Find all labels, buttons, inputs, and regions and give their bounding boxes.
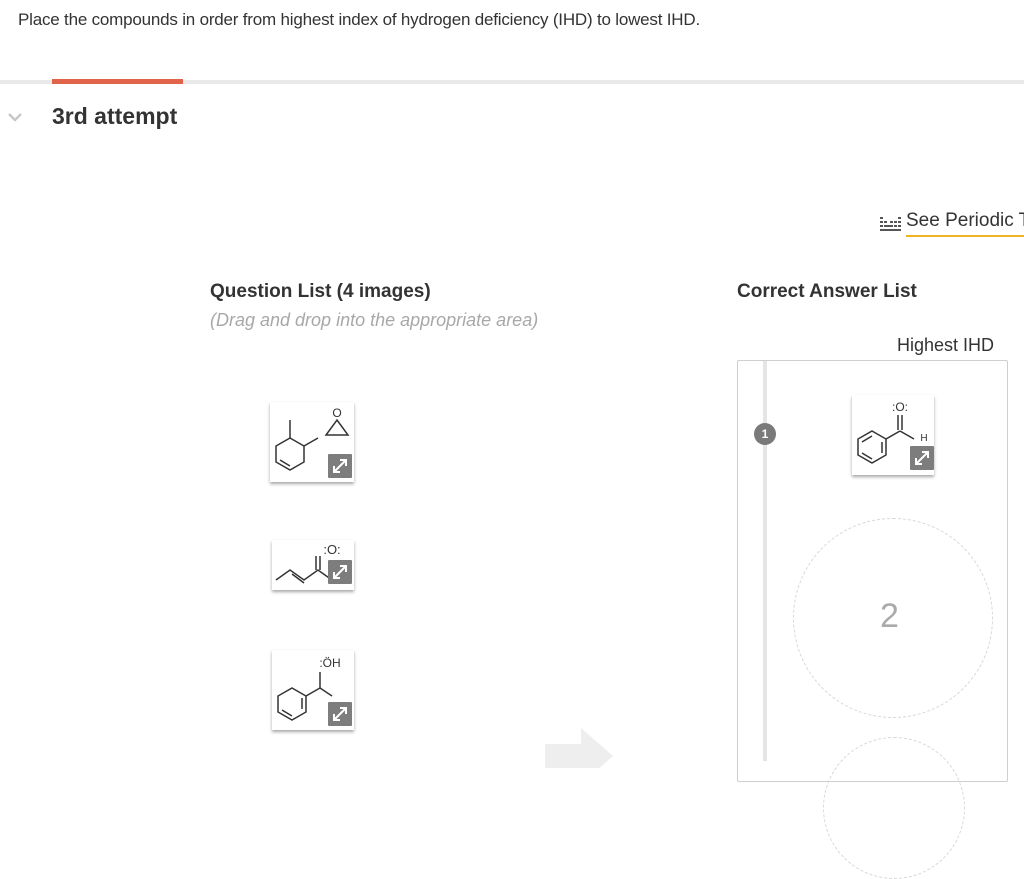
question-list-hint: (Drag and drop into the appropriate area… — [210, 310, 539, 330]
expand-icon[interactable] — [328, 454, 352, 478]
drag-arrow-icon — [545, 728, 613, 768]
compound-card-epoxide[interactable]: O — [270, 402, 354, 482]
periodic-table-label[interactable]: See Periodic T — [906, 210, 1024, 237]
alcohol-oh-label: :ÖH — [319, 656, 340, 670]
ketone-oxygen-label: :O: — [323, 542, 340, 557]
highest-ihd-label: Highest IHD — [897, 335, 995, 355]
expand-icon[interactable] — [910, 446, 934, 470]
epoxide-oxygen-label: O — [332, 406, 341, 420]
answer-slot-2-number: 2 — [880, 597, 899, 635]
compound-card-benzaldehyde[interactable]: :O: H — [852, 395, 934, 475]
answer-list-title: Correct Answer List — [737, 281, 917, 302]
question-text: Place the compounds in order from highes… — [18, 10, 700, 29]
attempt-label[interactable]: 3rd attempt — [52, 103, 177, 130]
periodic-table-icon — [880, 216, 901, 231]
compound-card-alcohol[interactable]: :ÖH — [272, 650, 354, 730]
expand-icon[interactable] — [328, 560, 352, 584]
answer-timeline — [763, 361, 767, 761]
aldehyde-h-label: H — [920, 433, 927, 444]
expand-icon[interactable] — [328, 702, 352, 726]
active-tab-indicator — [52, 79, 183, 84]
chevron-down-icon[interactable] — [6, 108, 24, 126]
question-list-title: Question List (4 images) — [210, 281, 431, 302]
aldehyde-oxygen-label: :O: — [892, 400, 908, 414]
answer-slot-3[interactable] — [823, 737, 965, 879]
periodic-table-link[interactable]: See Periodic T — [880, 210, 1024, 237]
compound-card-enone[interactable]: :O: — [272, 540, 354, 590]
slot-1-badge: 1 — [754, 423, 776, 445]
